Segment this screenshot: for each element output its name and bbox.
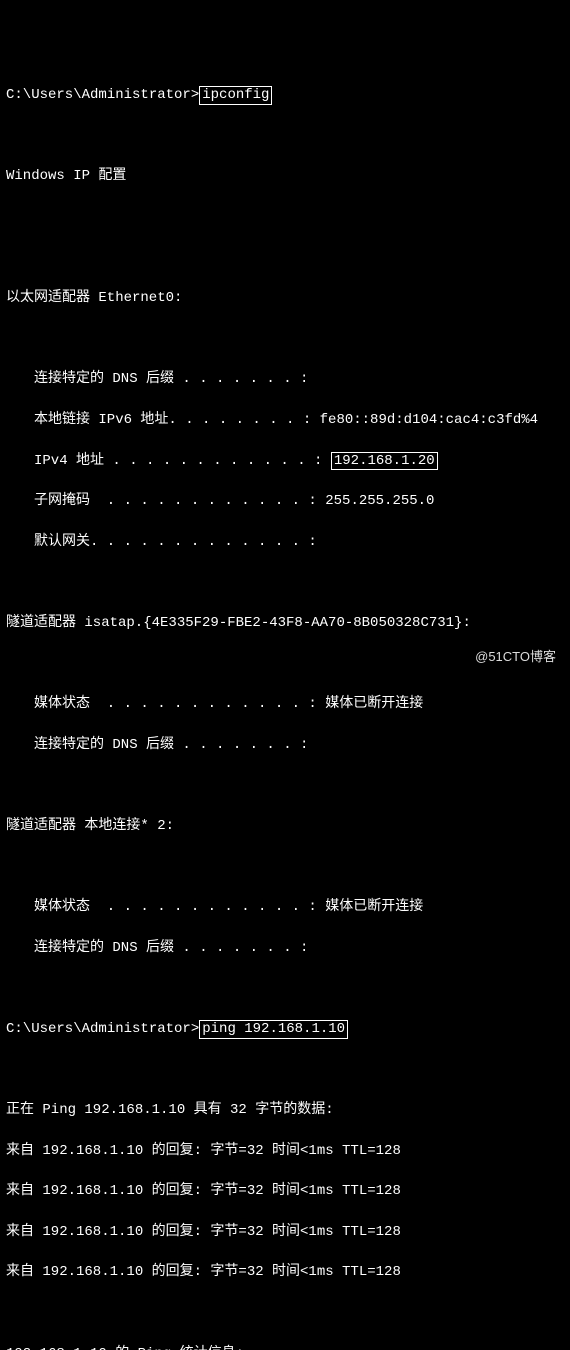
kv-label: 默认网关. . . . . . . . . . . . . :: [34, 534, 317, 550]
blank-line: [6, 1059, 564, 1079]
blank-line: [6, 207, 564, 227]
blank-line: [6, 572, 564, 592]
eth-dns-suffix: 连接特定的 DNS 后缀 . . . . . . . :: [6, 369, 564, 389]
blank-line: [6, 775, 564, 795]
eth-ipv6: 本地链接 IPv6 地址. . . . . . . . : fe80::89d:…: [6, 410, 564, 430]
local-adapter-header: 隧道适配器 本地连接* 2:: [6, 816, 564, 836]
blank-line: [6, 248, 564, 268]
prompt-line-1: C:\Users\Administrator>ipconfig: [6, 85, 564, 105]
kv-value: 媒体已断开连接: [317, 696, 423, 712]
ping-reply: 来自 192.168.1.10 的回复: 字节=32 时间<1ms TTL=12…: [6, 1262, 564, 1282]
eth-ipv4: IPv4 地址 . . . . . . . . . . . . : 192.16…: [6, 451, 564, 471]
eth-gateway: 默认网关. . . . . . . . . . . . . :: [6, 532, 564, 552]
isatap-adapter-header: 隧道适配器 isatap.{4E335F29-FBE2-43F8-AA70-8B…: [6, 613, 564, 633]
isatap-media-state: 媒体状态 . . . . . . . . . . . . : 媒体已断开连接: [6, 694, 564, 714]
kv-label: 媒体状态 . . . . . . . . . . . . :: [34, 696, 317, 712]
ipconfig-header: Windows IP 配置: [6, 166, 564, 186]
kv-label: IPv4 地址 . . . . . . . . . . . . :: [34, 453, 322, 469]
blank-line: [6, 126, 564, 146]
ethernet-adapter-header: 以太网适配器 Ethernet0:: [6, 288, 564, 308]
local-dns-suffix: 连接特定的 DNS 后缀 . . . . . . . :: [6, 938, 564, 958]
ping-header: 正在 Ping 192.168.1.10 具有 32 字节的数据:: [6, 1100, 564, 1120]
ping-reply: 来自 192.168.1.10 的回复: 字节=32 时间<1ms TTL=12…: [6, 1222, 564, 1242]
kv-label: 媒体状态 . . . . . . . . . . . . :: [34, 899, 317, 915]
kv-label: 本地链接 IPv6 地址. . . . . . . . :: [34, 412, 311, 428]
ping-stats-header: 192.168.1.10 的 Ping 统计信息:: [6, 1344, 564, 1350]
blank-line: [6, 856, 564, 876]
prompt-line-2: C:\Users\Administrator>ping 192.168.1.10: [6, 1019, 564, 1039]
kv-label: 连接特定的 DNS 后缀 . . . . . . . :: [34, 737, 308, 753]
ping-reply: 来自 192.168.1.10 的回复: 字节=32 时间<1ms TTL=12…: [6, 1141, 564, 1161]
prompt-text: C:\Users\Administrator>: [6, 87, 199, 103]
ping-reply: 来自 192.168.1.10 的回复: 字节=32 时间<1ms TTL=12…: [6, 1181, 564, 1201]
kv-value: fe80::89d:d104:cac4:c3fd%4: [311, 412, 538, 428]
ipv4-address-highlight: 192.168.1.20: [331, 452, 438, 471]
ping-command-highlight: ping 192.168.1.10: [199, 1020, 348, 1039]
prompt-text: C:\Users\Administrator>: [6, 1021, 199, 1037]
ipconfig-command-highlight: ipconfig: [199, 86, 272, 105]
local-media-state: 媒体状态 . . . . . . . . . . . . : 媒体已断开连接: [6, 897, 564, 917]
kv-label: 连接特定的 DNS 后缀 . . . . . . . :: [34, 371, 308, 387]
kv-value: 255.255.255.0: [317, 493, 435, 509]
isatap-dns-suffix: 连接特定的 DNS 后缀 . . . . . . . :: [6, 735, 564, 755]
kv-label: 连接特定的 DNS 后缀 . . . . . . . :: [34, 940, 308, 956]
blank-line: [6, 978, 564, 998]
kv-value: 媒体已断开连接: [317, 899, 423, 915]
watermark-badge: @51CTO博客: [469, 646, 562, 669]
blank-line: [6, 329, 564, 349]
kv-label: 子网掩码 . . . . . . . . . . . . :: [34, 493, 317, 509]
eth-subnet-mask: 子网掩码 . . . . . . . . . . . . : 255.255.2…: [6, 491, 564, 511]
blank-line: [6, 1303, 564, 1323]
